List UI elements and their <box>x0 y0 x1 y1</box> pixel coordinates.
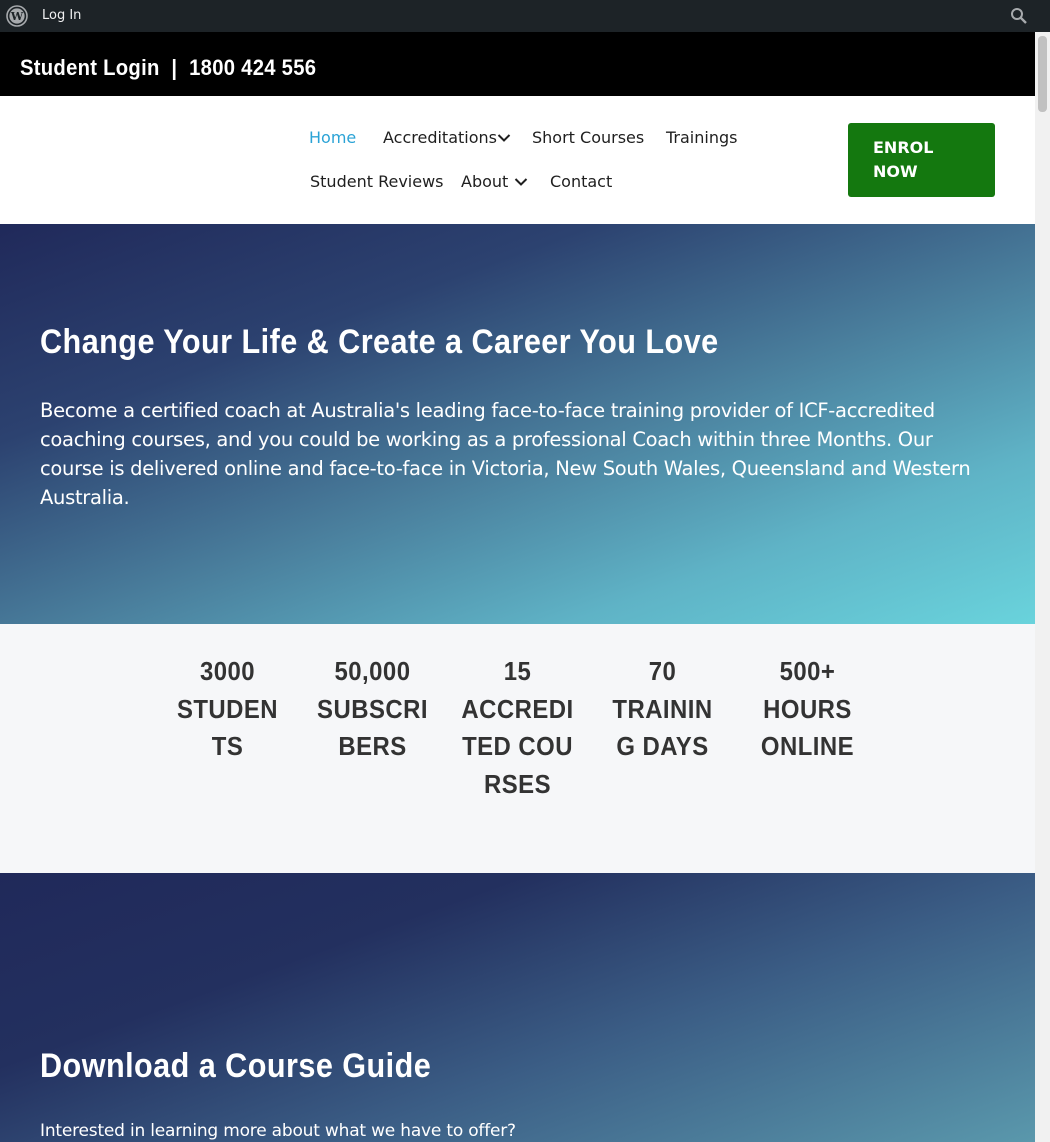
nav-item-student-reviews[interactable]: Student Reviews <box>310 172 444 192</box>
stat-training-days: 70 TRAINING DAYS <box>600 653 725 766</box>
nav-item-contact[interactable]: Contact <box>550 172 612 192</box>
stat-value: 15 <box>503 656 532 686</box>
stat-label: TRAINING DAYS <box>612 693 713 762</box>
nav-item-short-courses[interactable]: Short Courses <box>532 128 644 148</box>
stat-accredited-courses: 15 ACCREDITED COURSES <box>455 653 580 804</box>
course-guide-text: Interested in learning more about what w… <box>40 1121 516 1141</box>
hero-text: Become a certified coach at Australia's … <box>40 399 971 509</box>
search-icon[interactable] <box>1010 7 1028 25</box>
course-guide-title: Download a Course Guide <box>40 1047 432 1085</box>
student-login-phone-link[interactable]: Student Login | 1800 424 556 <box>20 55 316 81</box>
stat-label: STUDENTS <box>176 693 279 762</box>
hero-section: Change Your Life & Create a Career You L… <box>0 224 1035 624</box>
page-scrollbar[interactable] <box>1035 32 1050 1142</box>
wordpress-icon[interactable]: W <box>6 5 28 27</box>
page: Student Login | 1800 424 556 Home Accred… <box>0 0 1035 1142</box>
enrol-now-button[interactable]: ENROL NOW <box>848 123 995 197</box>
chevron-down-icon[interactable] <box>514 177 528 187</box>
stat-students: 3000 STUDENTS <box>165 653 290 766</box>
stats-section: 3000 STUDENTS 50,000 SUBSCRIBERS 15 ACCR… <box>0 624 1035 873</box>
stat-hours-online: 500+ HOURS ONLINE <box>745 653 870 766</box>
stat-subscribers: 50,000 SUBSCRIBERS <box>310 653 435 766</box>
stat-value: 3000 <box>199 656 256 686</box>
stat-label: SUBSCRIBERS <box>317 693 428 762</box>
stat-label: ACCREDITED COURSES <box>461 693 574 800</box>
stat-label: HOURS ONLINE <box>760 693 855 762</box>
svg-text:W: W <box>10 10 24 23</box>
nav-item-home[interactable]: Home <box>309 128 356 148</box>
scrollbar-thumb[interactable] <box>1038 36 1047 112</box>
enrol-now-label: ENROL NOW <box>873 138 934 181</box>
nav-item-trainings[interactable]: Trainings <box>666 128 737 148</box>
nav-item-about[interactable]: About <box>461 172 508 192</box>
stat-value: 70 <box>648 656 677 686</box>
course-guide-section: Download a Course Guide Interested in le… <box>0 873 1035 1142</box>
chevron-down-icon[interactable] <box>497 133 511 143</box>
nav-item-accreditations[interactable]: Accreditations <box>383 128 497 148</box>
admin-bar: W Log In <box>0 0 1050 32</box>
hero-title: Change Your Life & Create a Career You L… <box>40 323 719 361</box>
top-contact-bar: Student Login | 1800 424 556 <box>0 32 1035 96</box>
log-in-link[interactable]: Log In <box>42 7 81 25</box>
site-header: Home Accreditations Short Courses Traini… <box>0 96 1035 224</box>
stat-value: 50,000 <box>334 656 411 686</box>
stat-value: 500+ <box>779 656 836 686</box>
